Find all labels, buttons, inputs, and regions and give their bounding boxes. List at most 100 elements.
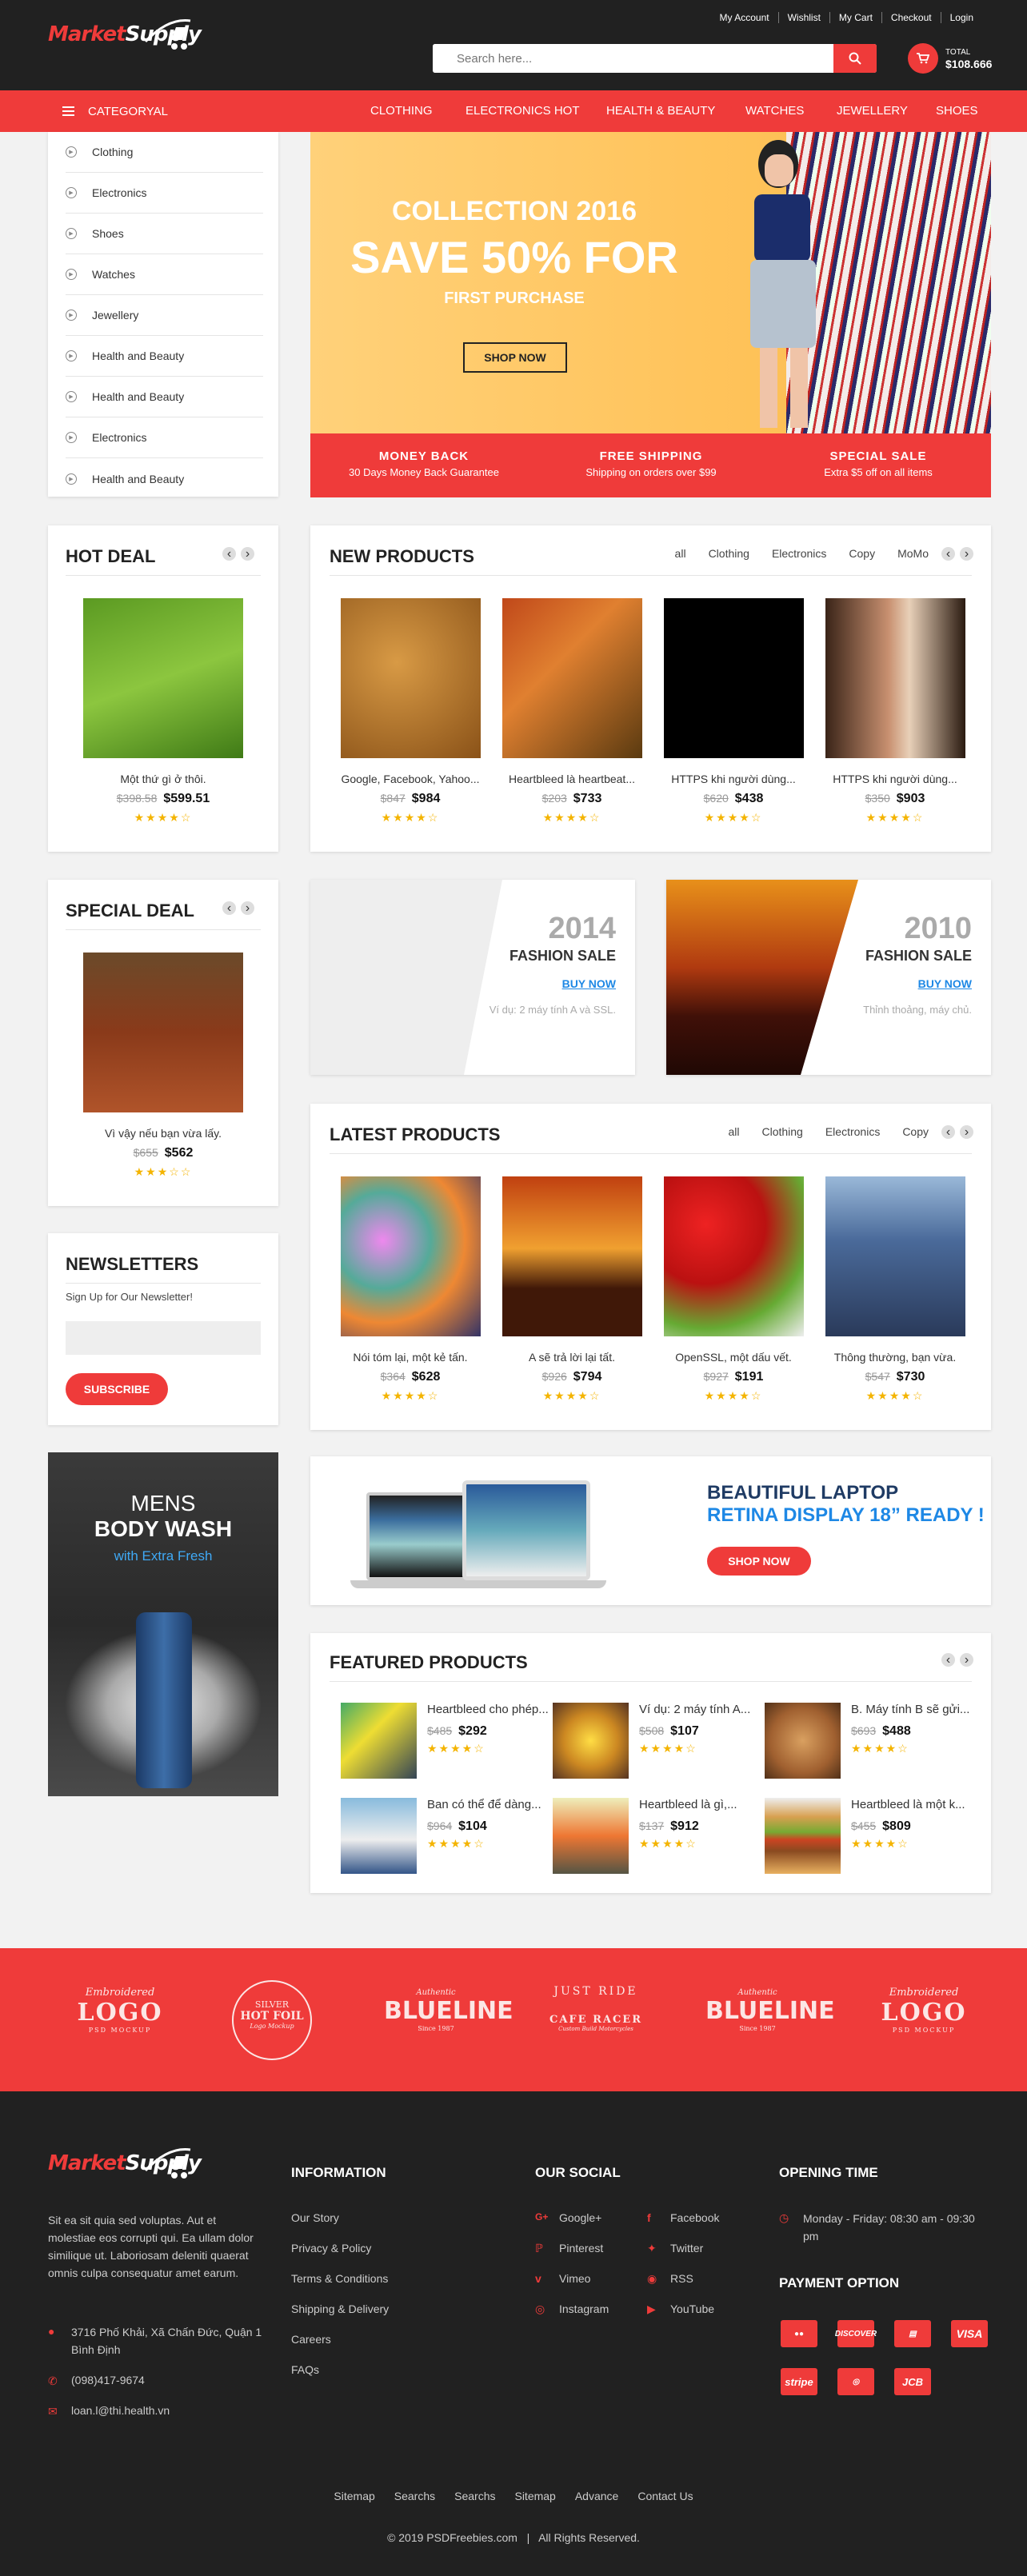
next-arrow-icon[interactable]: › xyxy=(960,1653,973,1667)
prev-arrow-icon[interactable]: ‹ xyxy=(941,547,955,561)
filter-copy[interactable]: Copy xyxy=(849,547,875,560)
login-link[interactable]: Login xyxy=(940,12,982,23)
next-arrow-icon[interactable]: › xyxy=(241,547,254,561)
fashion-sale-2010[interactable]: 2010 FASHION SALE BUY NOW Thỉnh thoảng, … xyxy=(666,880,991,1075)
laptop-banner[interactable]: BEAUTIFUL LAPTOP RETINA DISPLAY 18” READ… xyxy=(310,1456,991,1605)
checkout-link[interactable]: Checkout xyxy=(881,12,941,23)
sidebar-category-item[interactable]: ▶ Health and Beauty xyxy=(66,336,263,377)
product-card[interactable]: Heartbleed là heartbeat... $203 $733 ★★★★… xyxy=(491,598,653,825)
special-deal-product[interactable]: Vì vậy nếu bạn vừa lấy. $655 $562 ★★★☆☆ xyxy=(66,953,261,1179)
next-arrow-icon[interactable]: › xyxy=(241,901,254,915)
nav-electronics-hot[interactable]: ELECTRONICS HOT xyxy=(466,90,580,132)
bottom-link-searchs-2[interactable]: Searchs xyxy=(454,2490,495,2502)
bottom-link-contact[interactable]: Contact Us xyxy=(637,2490,693,2502)
social-vimeo[interactable]: Vimeo xyxy=(559,2272,590,2285)
wishlist-link[interactable]: Wishlist xyxy=(777,12,829,23)
footer-link-terms[interactable]: Terms & Conditions xyxy=(291,2272,388,2285)
prev-arrow-icon[interactable]: ‹ xyxy=(222,901,236,915)
cart-summary[interactable]: TOTAL $108.666 xyxy=(908,43,992,74)
footer-link-privacy[interactable]: Privacy & Policy xyxy=(291,2242,371,2254)
bottom-link-sitemap[interactable]: Sitemap xyxy=(334,2490,374,2502)
featured-product-card[interactable]: Heartbleed cho phép... $485 $292 ★★★★☆ xyxy=(341,1703,559,1779)
category-label: Health and Beauty xyxy=(92,472,185,485)
sidebar-category-item[interactable]: ▶ Health and Beauty xyxy=(66,377,263,417)
bottom-link-advance[interactable]: Advance xyxy=(575,2490,618,2502)
sidebar-category-item[interactable]: ▶ Jewellery xyxy=(66,295,263,336)
sidebar-category-item[interactable]: ▶ Electronics xyxy=(66,173,263,214)
footer-link-faqs[interactable]: FAQs xyxy=(291,2363,319,2376)
nav-health-beauty[interactable]: HEALTH & BEAUTY xyxy=(606,90,715,132)
filter-clothing[interactable]: Clothing xyxy=(761,1125,802,1138)
footer-logo[interactable]: MarketSupply xyxy=(48,2148,202,2179)
featured-product-card[interactable]: Ví dụ: 2 máy tính A... $508 $107 ★★★★☆ xyxy=(553,1703,771,1779)
prev-arrow-icon[interactable]: ‹ xyxy=(941,1653,955,1667)
brand-logo[interactable]: SILVER HOT FOIL Logo Mockup xyxy=(232,1980,312,2060)
laptop-shop-now-button[interactable]: SHOP NOW xyxy=(707,1547,811,1576)
bottom-link-searchs[interactable]: Searchs xyxy=(394,2490,435,2502)
product-card[interactable]: HTTPS khi người dùng... $350 $903 ★★★★☆ xyxy=(814,598,976,825)
footer-link-careers[interactable]: Careers xyxy=(291,2333,331,2346)
my-account-link[interactable]: My Account xyxy=(711,12,778,23)
product-card[interactable]: Thông thường, bạn vừa. $547 $730 ★★★★☆ xyxy=(814,1176,976,1403)
sidebar-category-item[interactable]: ▶ Clothing xyxy=(66,132,263,173)
my-cart-link[interactable]: My Cart xyxy=(829,12,881,23)
hot-deal-product[interactable]: Một thứ gì ở thôi. $398.58 $599.51 ★★★★☆ xyxy=(66,598,261,825)
product-card[interactable]: HTTPS khi người dùng... $620 $438 ★★★★☆ xyxy=(653,598,814,825)
social-twitter[interactable]: Twitter xyxy=(670,2242,703,2254)
sidebar-category-item[interactable]: ▶ Watches xyxy=(66,254,263,295)
brand-logo[interactable]: Authentic BLUELINE Since 1987 xyxy=(384,1988,514,2032)
nav-shoes[interactable]: SHOES xyxy=(936,90,978,132)
subscribe-button[interactable]: SUBSCRIBE xyxy=(66,1373,168,1405)
hero-shop-now-button[interactable]: SHOP NOW xyxy=(463,342,567,373)
next-arrow-icon[interactable]: › xyxy=(960,1125,973,1139)
site-logo[interactable]: MarketSupply xyxy=(48,19,202,50)
footer-link-shipping[interactable]: Shipping & Delivery xyxy=(291,2302,389,2315)
nav-watches[interactable]: WATCHES xyxy=(745,90,804,132)
social-pinterest[interactable]: Pinterest xyxy=(559,2242,603,2254)
product-card[interactable]: OpenSSL, một dấu vết. $927 $191 ★★★★☆ xyxy=(653,1176,814,1403)
category-menu-toggle[interactable]: CATEGORYAL xyxy=(62,90,168,132)
body-wash-banner[interactable]: MENS BODY WASH with Extra Fresh xyxy=(48,1452,278,1796)
brand-logo[interactable]: Authentic BLUELINE Since 1987 xyxy=(705,1988,835,2032)
footer-email[interactable]: loan.l@thi.health.vn xyxy=(71,2404,170,2417)
product-card[interactable]: Nói tóm lại, một kẻ tấn. $364 $628 ★★★★☆ xyxy=(330,1176,491,1403)
prev-arrow-icon[interactable]: ‹ xyxy=(941,1125,955,1139)
social-google-plus[interactable]: Google+ xyxy=(559,2211,601,2224)
filter-all[interactable]: all xyxy=(675,547,686,560)
social-rss[interactable]: RSS xyxy=(670,2272,693,2285)
brand-logo[interactable]: Embroidered LOGO PSD MOCKUP xyxy=(64,1987,176,2034)
sidebar-category-item[interactable]: ▶ Electronics xyxy=(66,417,263,458)
footer-link-our-story[interactable]: Our Story xyxy=(291,2211,339,2224)
featured-product-card[interactable]: Heartbleed là gì,... $137 $912 ★★★★☆ xyxy=(553,1798,771,1874)
newsletter-email-input[interactable] xyxy=(66,1321,261,1355)
next-arrow-icon[interactable]: › xyxy=(960,547,973,561)
product-card[interactable]: Google, Facebook, Yahoo... $847 $984 ★★★★… xyxy=(330,598,491,825)
search-button[interactable] xyxy=(833,44,877,73)
fashion-buy-now-link[interactable]: BUY NOW xyxy=(812,977,972,990)
social-facebook[interactable]: Facebook xyxy=(670,2211,719,2224)
filter-all[interactable]: all xyxy=(728,1125,739,1138)
fashion-buy-now-link[interactable]: BUY NOW xyxy=(456,977,616,990)
social-youtube[interactable]: YouTube xyxy=(670,2302,714,2315)
product-card[interactable]: A sẽ trả lời lại tất. $926 $794 ★★★★☆ xyxy=(491,1176,653,1403)
brand-logo[interactable]: JUST RIDE CAFE RACER Custom Build Motorcyc… xyxy=(544,1985,648,2032)
footer-phone[interactable]: (098)417-9674 xyxy=(71,2374,145,2386)
featured-product-card[interactable]: Ban có thể để dàng... $964 $104 ★★★★☆ xyxy=(341,1798,559,1874)
nav-clothing[interactable]: CLOTHING xyxy=(370,90,433,132)
nav-jewellery[interactable]: JEWELLERY xyxy=(837,90,908,132)
fashion-sale-2014[interactable]: 2014 FASHION SALE BUY NOW Ví dụ: 2 máy t… xyxy=(310,880,635,1075)
brand-logo[interactable]: Embroidered LOGO PSD MOCKUP xyxy=(868,1987,980,2034)
filter-copy[interactable]: Copy xyxy=(902,1125,929,1138)
search-input[interactable] xyxy=(433,44,833,73)
featured-product-card[interactable]: B. Máy tính B sẽ gửi... $693 $488 ★★★★☆ xyxy=(765,1703,983,1779)
social-instagram[interactable]: Instagram xyxy=(559,2302,609,2315)
sidebar-category-item[interactable]: ▶ Shoes xyxy=(66,214,263,254)
filter-electronics[interactable]: Electronics xyxy=(825,1125,880,1138)
bottom-link-sitemap-2[interactable]: Sitemap xyxy=(514,2490,555,2502)
filter-clothing[interactable]: Clothing xyxy=(709,547,749,560)
featured-product-card[interactable]: Heartbleed là một k... $455 $809 ★★★★☆ xyxy=(765,1798,983,1874)
sidebar-category-item[interactable]: ▶ Health and Beauty xyxy=(66,458,263,499)
filter-electronics[interactable]: Electronics xyxy=(772,547,826,560)
prev-arrow-icon[interactable]: ‹ xyxy=(222,547,236,561)
filter-momo[interactable]: MoMo xyxy=(897,547,929,560)
